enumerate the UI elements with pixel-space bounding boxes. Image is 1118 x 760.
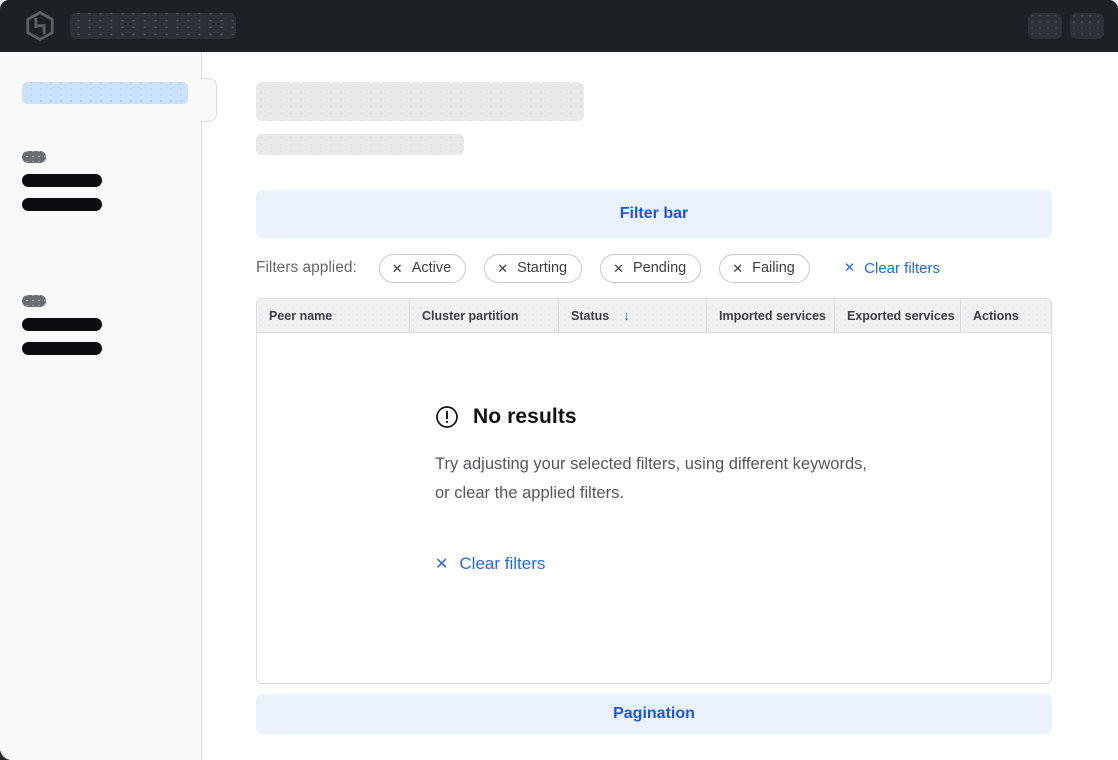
empty-state-description: Try adjusting your selected filters, usi…: [435, 450, 883, 508]
column-header-exported-services[interactable]: Exported services: [834, 299, 960, 332]
sidebar-section-label-skeleton-2: [22, 295, 46, 307]
column-header-label: Exported services: [847, 309, 955, 323]
column-header-actions: Actions: [960, 299, 1051, 332]
app-window: Filter bar Filters applied: ✕ Active ✕ S…: [0, 0, 1118, 760]
clear-filters-label: Clear filters: [864, 260, 940, 277]
remove-icon[interactable]: ✕: [392, 261, 403, 277]
empty-state-title: No results: [473, 405, 577, 429]
filter-chip-label: Failing: [752, 260, 795, 276]
filter-chip-pending[interactable]: ✕ Pending: [600, 254, 701, 283]
filter-chip-label: Pending: [633, 260, 686, 276]
sidebar-collapse-handle[interactable]: [200, 78, 217, 122]
sort-descending-icon[interactable]: ↓: [623, 308, 630, 323]
sidebar-item-selected-skeleton[interactable]: [22, 82, 188, 104]
sidebar-item-skeleton-4[interactable]: [22, 342, 102, 355]
table-header-row: Peer name Cluster partition Status ↓ Imp…: [257, 299, 1051, 333]
page-title-skeleton: [256, 82, 584, 121]
main-content: Filter bar Filters applied: ✕ Active ✕ S…: [202, 52, 1118, 760]
top-nav-bar: [0, 0, 1118, 52]
clear-filters-link[interactable]: ✕ Clear filters: [844, 260, 940, 277]
peers-table: Peer name Cluster partition Status ↓ Imp…: [256, 298, 1052, 684]
sidebar: [0, 52, 202, 760]
sidebar-item-skeleton-1[interactable]: [22, 174, 102, 187]
column-header-label: Actions: [973, 309, 1019, 323]
empty-state-clear-filters-link[interactable]: ✕ Clear filters: [435, 554, 545, 574]
remove-icon[interactable]: ✕: [497, 261, 508, 277]
applied-filters-row: Filters applied: ✕ Active ✕ Starting ✕ P…: [256, 254, 1052, 282]
remove-icon[interactable]: ✕: [613, 261, 624, 277]
clear-icon: ✕: [435, 554, 448, 574]
filter-chip-label: Starting: [517, 260, 567, 276]
column-header-status[interactable]: Status ↓: [558, 299, 706, 332]
column-header-label: Imported services: [719, 309, 826, 323]
sidebar-item-skeleton-3[interactable]: [22, 318, 102, 331]
column-header-label: Cluster partition: [422, 309, 519, 323]
filter-bar-label: Filter bar: [620, 205, 688, 223]
topbar-button-skeleton-2[interactable]: [1070, 13, 1104, 39]
search-input[interactable]: [70, 13, 236, 39]
hashicorp-logo-icon: [26, 11, 54, 41]
filter-chip-active[interactable]: ✕ Active: [379, 254, 466, 283]
remove-icon[interactable]: ✕: [732, 261, 743, 277]
page-subtitle-skeleton: [256, 134, 464, 155]
column-header-label: Status: [571, 309, 609, 323]
filters-applied-label: Filters applied:: [256, 259, 357, 277]
filter-chip-starting[interactable]: ✕ Starting: [484, 254, 582, 283]
column-header-peer-name[interactable]: Peer name: [257, 299, 409, 332]
topbar-button-skeleton-1[interactable]: [1028, 13, 1062, 39]
sidebar-section-label-skeleton-1: [22, 151, 46, 163]
sidebar-item-skeleton-2[interactable]: [22, 198, 102, 211]
pagination-label: Pagination: [613, 705, 695, 723]
filter-chip-label: Active: [412, 260, 452, 276]
clear-icon: ✕: [844, 260, 855, 276]
empty-state: No results Try adjusting your selected f…: [257, 333, 1051, 574]
column-header-imported-services[interactable]: Imported services: [706, 299, 834, 332]
clear-filters-label: Clear filters: [459, 554, 545, 574]
column-header-cluster-partition[interactable]: Cluster partition: [409, 299, 558, 332]
alert-circle-icon: [435, 405, 459, 429]
filter-bar[interactable]: Filter bar: [256, 190, 1052, 238]
filter-chip-failing[interactable]: ✕ Failing: [719, 254, 810, 283]
pagination-bar[interactable]: Pagination: [256, 694, 1052, 734]
table-body: No results Try adjusting your selected f…: [257, 333, 1051, 683]
column-header-label: Peer name: [269, 309, 332, 323]
